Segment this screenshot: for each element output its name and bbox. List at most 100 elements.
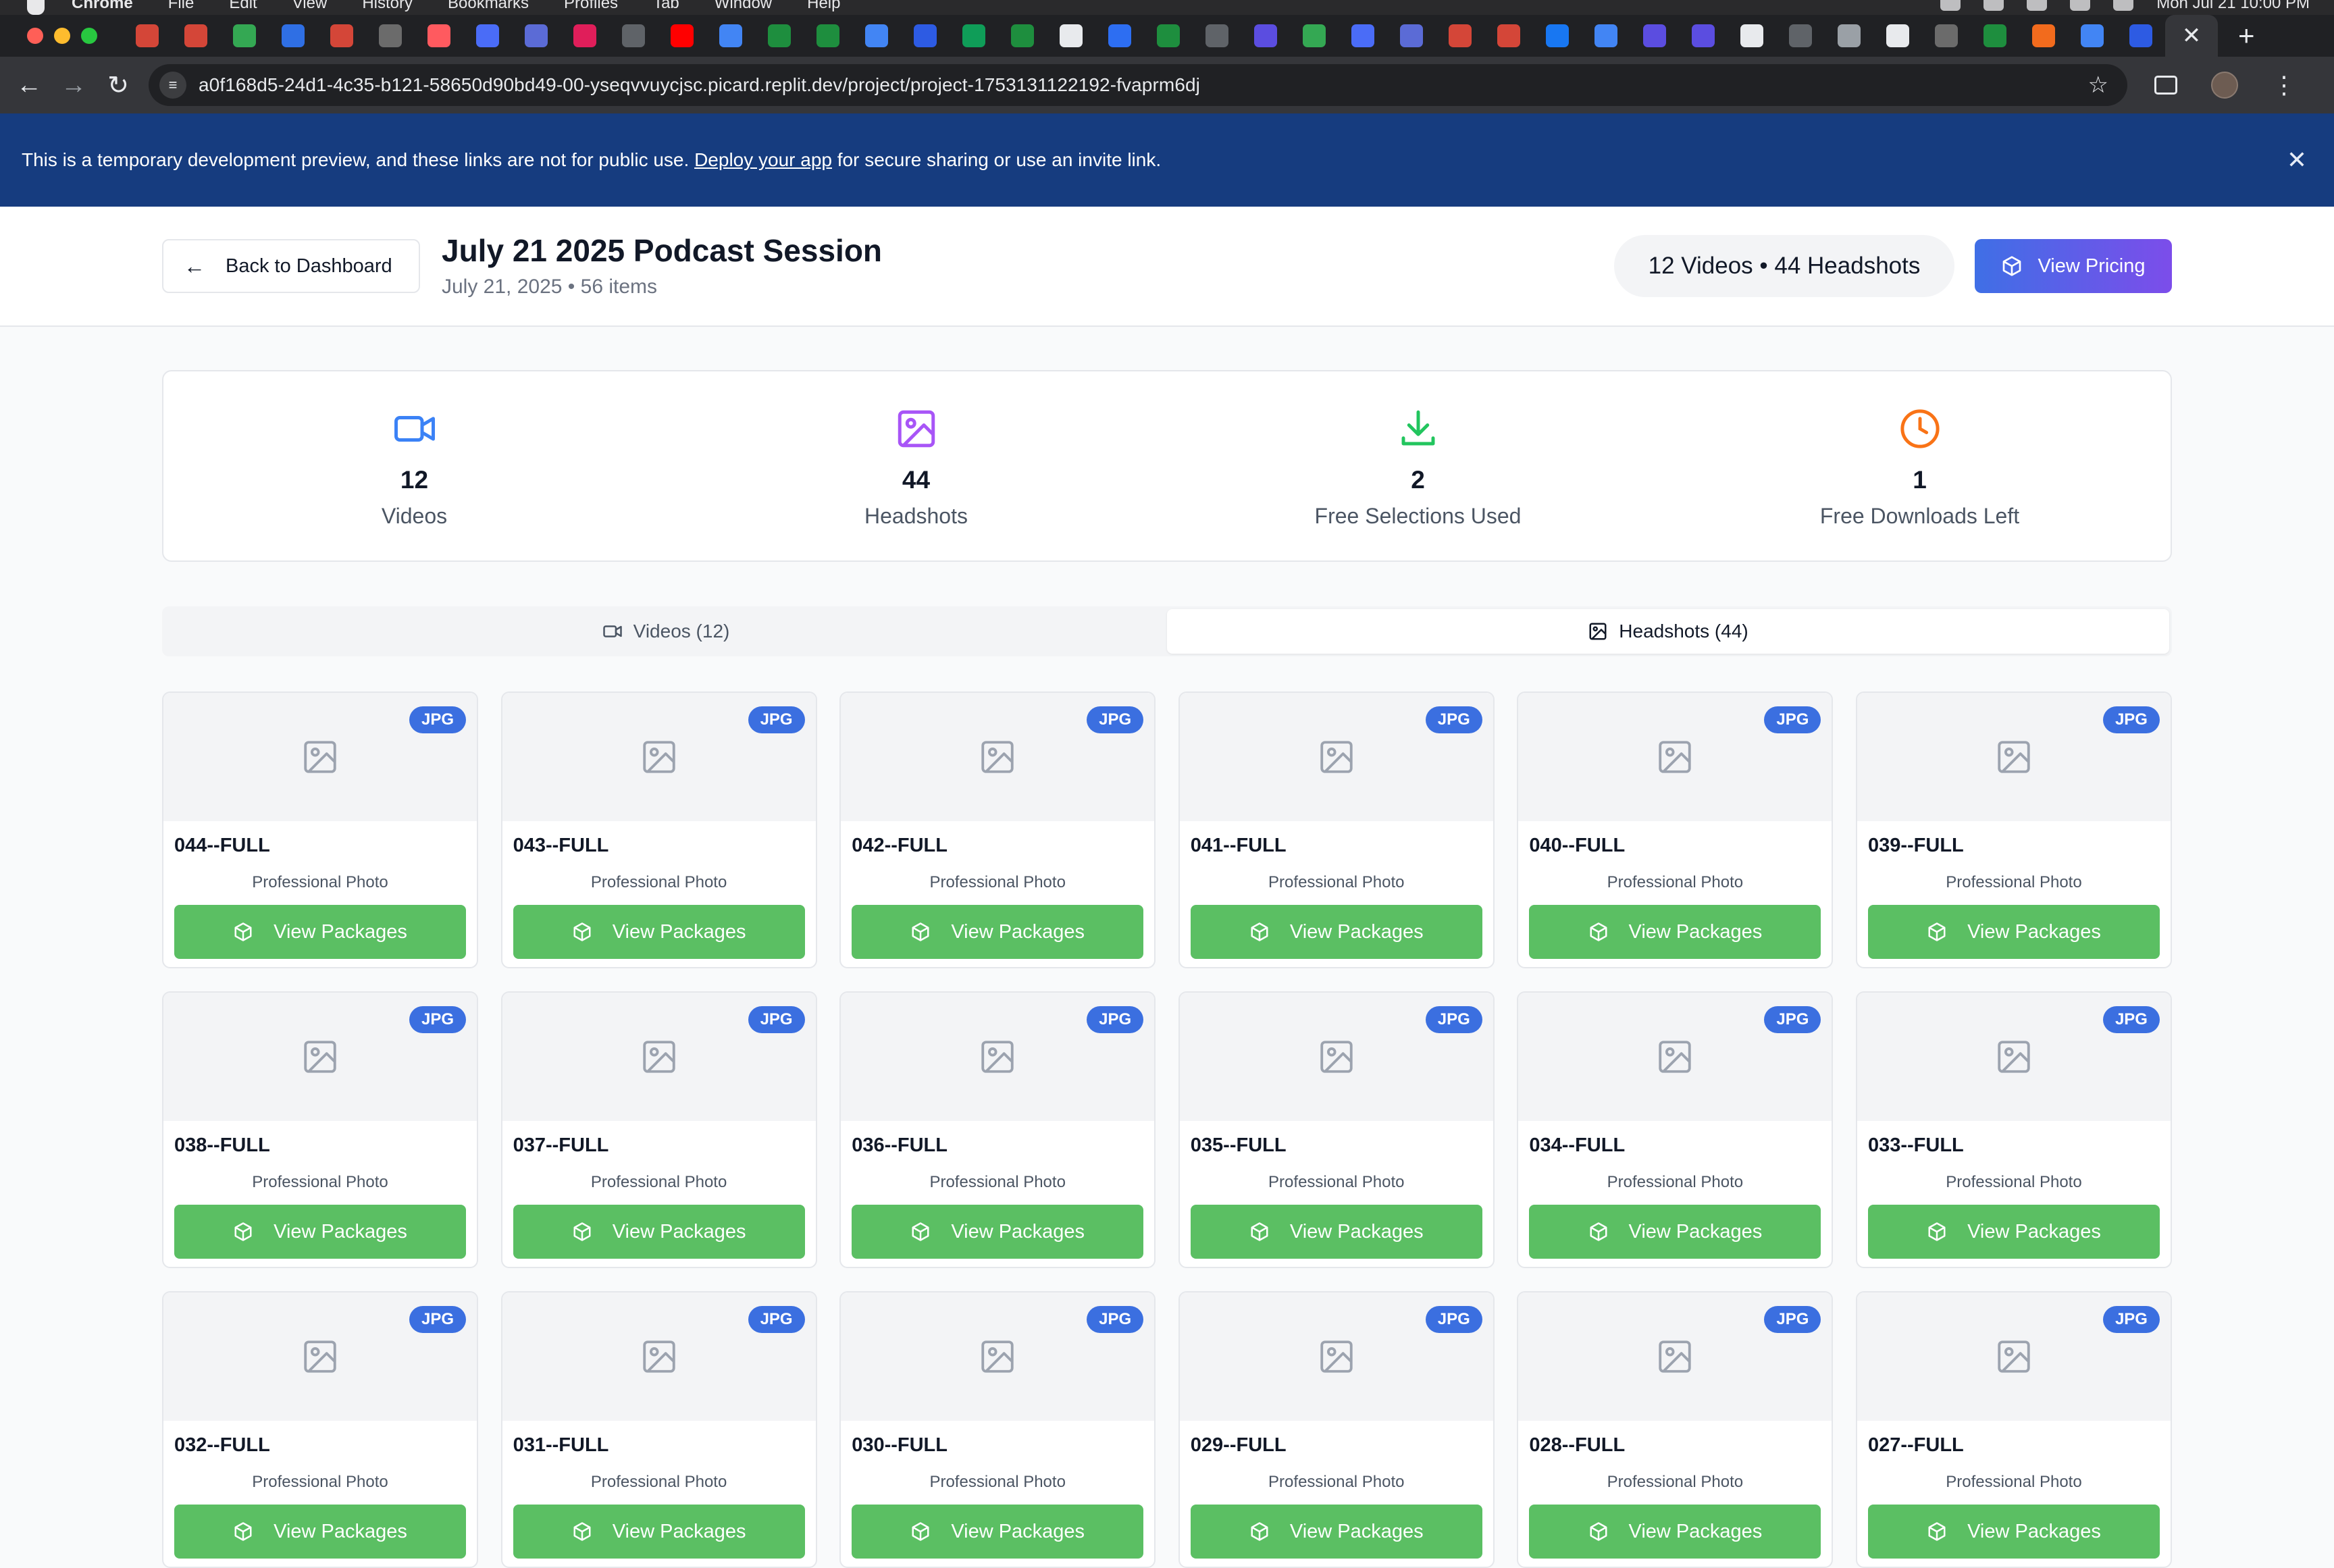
headshot-card[interactable]: JPG 044--FULL Professional Photo View Packa… [162, 691, 478, 968]
browser-tab[interactable] [1728, 15, 1776, 57]
headshot-card[interactable]: JPG 030--FULL Professional Photo View Packa… [839, 1291, 1156, 1568]
browser-tab[interactable] [1339, 15, 1387, 57]
tab-headshots[interactable]: Headshots (44) [1167, 609, 2169, 654]
thumbnail-placeholder[interactable]: JPG [1179, 1292, 1493, 1421]
browser-tab[interactable] [1095, 15, 1144, 57]
menu-bookmarks[interactable]: Bookmarks [448, 0, 529, 11]
view-packages-button[interactable]: View Packages [513, 1505, 805, 1559]
thumbnail-placeholder[interactable]: JPG [163, 993, 477, 1121]
back-to-dashboard-button[interactable]: ← Back to Dashboard [162, 239, 420, 293]
close-tab-icon[interactable]: ✕ [2182, 24, 2202, 47]
view-packages-button[interactable]: View Packages [852, 905, 1144, 959]
browser-tab[interactable] [512, 15, 561, 57]
view-packages-button[interactable]: View Packages [513, 1205, 805, 1259]
browser-tab[interactable] [998, 15, 1047, 57]
profile-avatar[interactable] [2211, 72, 2238, 99]
browser-tab[interactable] [1290, 15, 1339, 57]
thumbnail-placeholder[interactable]: JPG [1857, 993, 2171, 1121]
menu-help[interactable]: Help [807, 0, 840, 11]
headshot-card[interactable]: JPG 033--FULL Professional Photo View Packa… [1855, 991, 2172, 1268]
view-packages-button[interactable]: View Packages [174, 1205, 466, 1259]
view-packages-button[interactable]: View Packages [1867, 1205, 2160, 1259]
browser-tab[interactable] [172, 15, 220, 57]
headshot-card[interactable]: JPG 040--FULL Professional Photo View Packa… [1517, 691, 1834, 968]
browser-tab[interactable] [706, 15, 755, 57]
headshot-card[interactable]: JPG 035--FULL Professional Photo View Packa… [1178, 991, 1495, 1268]
minimize-window-button[interactable] [54, 28, 70, 44]
view-packages-button[interactable]: View Packages [1529, 1205, 1821, 1259]
menu-profiles[interactable]: Profiles [564, 0, 618, 11]
headshot-card[interactable]: JPG 042--FULL Professional Photo View Packa… [839, 691, 1156, 968]
forward-arrow-icon[interactable]: → [51, 71, 96, 100]
menu-tab[interactable]: Tab [653, 0, 679, 11]
view-packages-button[interactable]: View Packages [1190, 1205, 1482, 1259]
tab-videos[interactable]: Videos (12) [165, 609, 1167, 654]
thumbnail-placeholder[interactable]: JPG [841, 693, 1155, 821]
view-packages-button[interactable]: View Packages [174, 905, 466, 959]
view-packages-button[interactable]: View Packages [1529, 1505, 1821, 1559]
thumbnail-placeholder[interactable]: JPG [1179, 693, 1493, 821]
view-packages-button[interactable]: View Packages [1867, 905, 2160, 959]
headshot-card[interactable]: JPG 043--FULL Professional Photo View Packa… [500, 691, 817, 968]
browser-tab[interactable] [1776, 15, 1825, 57]
browser-tab[interactable] [1922, 15, 1971, 57]
search-icon[interactable] [2113, 0, 2134, 11]
browser-tab[interactable] [1582, 15, 1630, 57]
thumbnail-placeholder[interactable]: JPG [1518, 993, 1832, 1121]
view-packages-button[interactable]: View Packages [852, 1205, 1144, 1259]
view-packages-button[interactable]: View Packages [1190, 1505, 1482, 1559]
browser-tab[interactable] [755, 15, 804, 57]
browser-tab[interactable] [950, 15, 998, 57]
thumbnail-placeholder[interactable]: JPG [502, 993, 816, 1121]
thumbnail-placeholder[interactable]: JPG [502, 693, 816, 821]
browser-tab[interactable] [220, 15, 269, 57]
browser-tab[interactable] [561, 15, 609, 57]
headshot-card[interactable]: JPG 028--FULL Professional Photo View Packa… [1517, 1291, 1834, 1568]
browser-tab[interactable] [2019, 15, 2068, 57]
headshot-card[interactable]: JPG 038--FULL Professional Photo View Packa… [162, 991, 478, 1268]
browser-tab[interactable] [658, 15, 706, 57]
thumbnail-placeholder[interactable]: JPG [502, 1292, 816, 1421]
thumbnail-placeholder[interactable]: JPG [1518, 693, 1832, 821]
reload-icon[interactable]: ↻ [96, 70, 140, 101]
browser-tab[interactable] [1436, 15, 1484, 57]
headshot-card[interactable]: JPG 034--FULL Professional Photo View Packa… [1517, 991, 1834, 1268]
close-window-button[interactable] [27, 28, 43, 44]
browser-tab[interactable] [1533, 15, 1582, 57]
clock[interactable]: Mon Jul 21 10:00 PM [2156, 0, 2310, 13]
browser-tab[interactable] [1484, 15, 1533, 57]
url-text[interactable]: a0f168d5-24d1-4c35-b121-58650d90bd49-00-… [199, 74, 1200, 96]
browser-tab[interactable] [1873, 15, 1922, 57]
view-pricing-button[interactable]: View Pricing [1975, 239, 2172, 293]
browser-tab[interactable] [1679, 15, 1728, 57]
browser-tab[interactable] [123, 15, 172, 57]
wifi-icon[interactable] [2070, 0, 2091, 11]
browser-tab[interactable] [366, 15, 415, 57]
view-packages-button[interactable]: View Packages [1190, 905, 1482, 959]
headshot-card[interactable]: JPG 029--FULL Professional Photo View Packa… [1178, 1291, 1495, 1568]
view-packages-button[interactable]: View Packages [174, 1505, 466, 1559]
browser-tab[interactable] [1144, 15, 1193, 57]
view-packages-button[interactable]: View Packages [1867, 1505, 2160, 1559]
tab-search-icon[interactable] [2154, 76, 2177, 95]
view-packages-button[interactable]: View Packages [1529, 905, 1821, 959]
thumbnail-placeholder[interactable]: JPG [1179, 993, 1493, 1121]
menu-app-chrome[interactable]: Chrome [72, 0, 133, 11]
back-arrow-icon[interactable]: ← [7, 71, 51, 100]
browser-tab[interactable] [1971, 15, 2019, 57]
headshot-card[interactable]: JPG 032--FULL Professional Photo View Packa… [162, 1291, 478, 1568]
browser-tab[interactable] [901, 15, 950, 57]
status-icon[interactable] [1940, 0, 1961, 11]
browser-tab[interactable] [415, 15, 463, 57]
view-packages-button[interactable]: View Packages [513, 905, 805, 959]
headshot-card[interactable]: JPG 036--FULL Professional Photo View Packa… [839, 991, 1156, 1268]
thumbnail-placeholder[interactable]: JPG [163, 693, 477, 821]
browser-tab[interactable] [1630, 15, 1679, 57]
menu-window[interactable]: Window [715, 0, 772, 11]
bookmark-star-icon[interactable]: ☆ [2088, 72, 2108, 99]
menu-history[interactable]: History [362, 0, 413, 11]
browser-tab[interactable] [1193, 15, 1241, 57]
browser-tab[interactable] [1047, 15, 1095, 57]
headshot-card[interactable]: JPG 041--FULL Professional Photo View Packa… [1178, 691, 1495, 968]
thumbnail-placeholder[interactable]: JPG [163, 1292, 477, 1421]
